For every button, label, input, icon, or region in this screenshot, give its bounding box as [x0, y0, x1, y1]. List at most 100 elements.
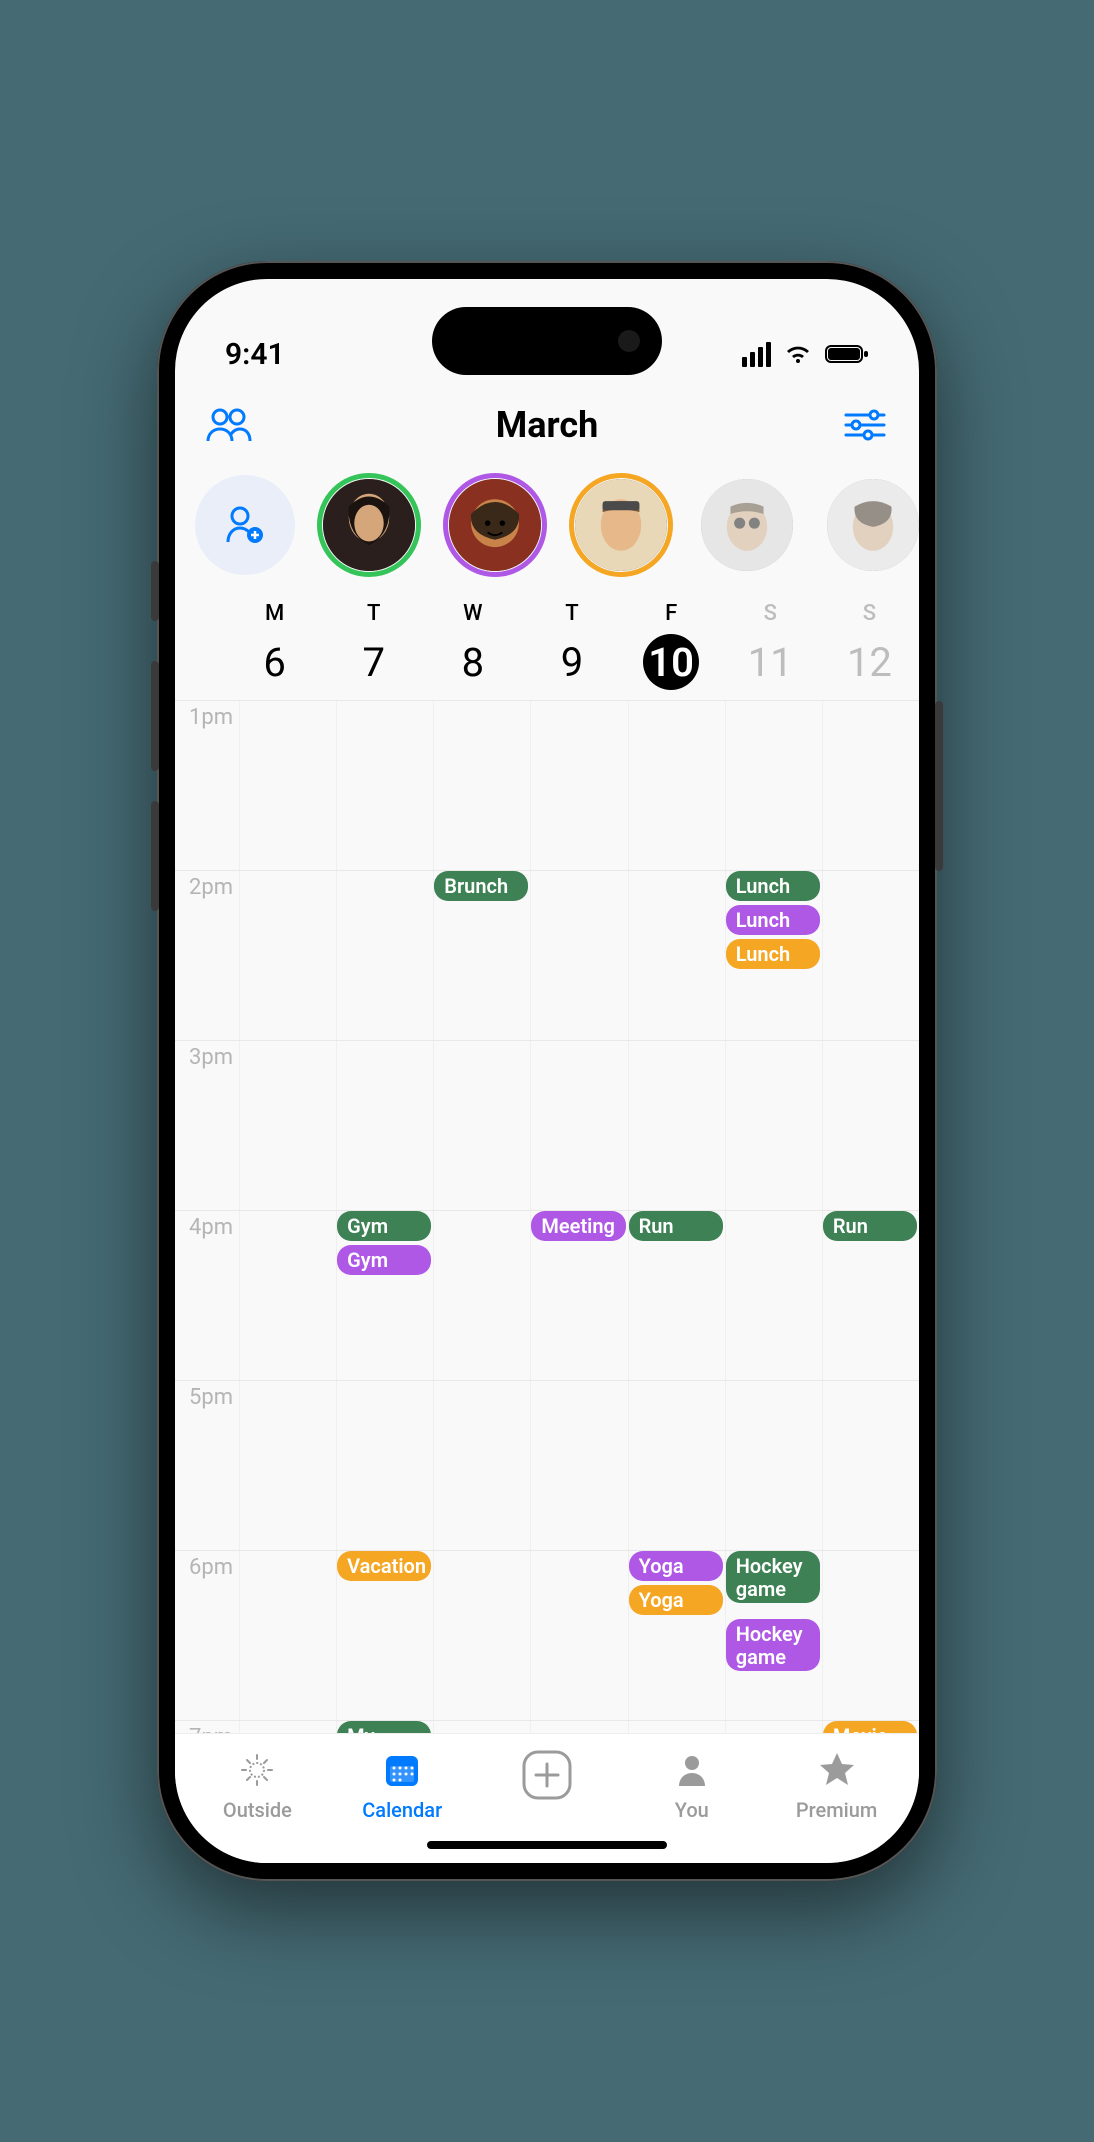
friend-avatar-3[interactable] — [569, 473, 673, 577]
tab-you[interactable]: You — [632, 1748, 752, 1822]
event-pill[interactable]: Gym — [337, 1245, 431, 1275]
event-pill[interactable]: Yoga — [629, 1551, 723, 1581]
hour-row: 1pm — [175, 700, 919, 870]
day-cell[interactable] — [239, 701, 336, 870]
event-pill[interactable]: Lunch — [726, 905, 820, 935]
day-cell[interactable] — [725, 1721, 822, 1733]
tab-outside[interactable]: Outside — [197, 1748, 317, 1822]
wifi-icon — [783, 343, 813, 365]
calendar-grid[interactable]: 1pm2pmBrunchLunchLunchLunch3pm4pmGymGymM… — [175, 700, 919, 1733]
home-indicator[interactable] — [427, 1841, 667, 1849]
day-cell[interactable] — [433, 701, 530, 870]
day-cell[interactable] — [822, 1381, 919, 1550]
tab-calendar[interactable]: Calendar — [342, 1748, 462, 1822]
day-cell[interactable] — [239, 871, 336, 1040]
day-cell[interactable] — [239, 1211, 336, 1380]
event-pill[interactable]: Run — [629, 1211, 723, 1241]
day-cell[interactable] — [530, 1381, 627, 1550]
day-cell[interactable] — [239, 1041, 336, 1210]
day-header-thu[interactable]: T9 — [522, 601, 621, 690]
day-cell[interactable] — [628, 1381, 725, 1550]
event-pill[interactable]: Brunch — [434, 871, 528, 901]
day-cell[interactable] — [628, 1721, 725, 1733]
day-cell[interactable]: Movie nightMovie night — [822, 1721, 919, 1733]
day-cell[interactable] — [725, 701, 822, 870]
day-header-fri[interactable]: F10 — [622, 601, 721, 690]
hour-label: 5pm — [175, 1381, 239, 1550]
event-pill[interactable]: Run — [823, 1211, 917, 1241]
day-cell[interactable] — [530, 1551, 627, 1720]
day-cell[interactable] — [336, 871, 433, 1040]
day-cell[interactable] — [628, 1041, 725, 1210]
day-cell[interactable] — [433, 1721, 530, 1733]
tab-premium[interactable]: Premium — [777, 1748, 897, 1822]
tab-add[interactable] — [487, 1748, 607, 1808]
day-cell[interactable] — [822, 871, 919, 1040]
battery-icon — [825, 343, 869, 365]
event-pill[interactable]: My birthday — [337, 1721, 431, 1733]
day-cell[interactable]: Meeting — [530, 1211, 627, 1380]
day-cell[interactable] — [628, 871, 725, 1040]
day-cell[interactable] — [530, 871, 627, 1040]
hour-row: 6pmVacationYogaYogaHockey gameHockey gam… — [175, 1550, 919, 1720]
day-cell[interactable]: Hockey game Hockey game — [725, 1551, 822, 1720]
filter-button[interactable] — [837, 403, 893, 447]
day-header-sat[interactable]: S11 — [721, 601, 820, 690]
day-cell[interactable] — [239, 1551, 336, 1720]
event-pill[interactable]: Gym — [337, 1211, 431, 1241]
day-cell[interactable]: Run — [628, 1211, 725, 1380]
add-friend-button[interactable] — [195, 475, 295, 575]
day-cell[interactable] — [822, 1041, 919, 1210]
friend-avatar-4[interactable] — [695, 473, 799, 577]
friend-avatar-2[interactable] — [443, 473, 547, 577]
day-cell[interactable] — [530, 701, 627, 870]
day-cell[interactable]: Brunch — [433, 871, 530, 1040]
status-time: 9:41 — [225, 337, 285, 372]
day-cell[interactable]: Lunch Lunch Lunch — [725, 871, 822, 1040]
day-cell[interactable]: Vacation — [336, 1551, 433, 1720]
hour-label: 1pm — [175, 701, 239, 870]
sun-icon — [235, 1748, 279, 1792]
day-cell[interactable] — [336, 701, 433, 870]
day-cell[interactable] — [530, 1721, 627, 1733]
event-pill[interactable]: Hockey game — [726, 1619, 820, 1671]
day-cell[interactable] — [336, 1041, 433, 1210]
event-pill[interactable]: Hockey game — [726, 1551, 820, 1603]
day-cell[interactable] — [822, 701, 919, 870]
day-cell[interactable] — [725, 1041, 822, 1210]
day-cell[interactable] — [628, 701, 725, 870]
day-cell[interactable] — [725, 1211, 822, 1380]
event-pill[interactable]: Yoga — [629, 1585, 723, 1615]
day-cell[interactable]: My birthday — [336, 1721, 433, 1733]
day-header-tue[interactable]: T7 — [324, 601, 423, 690]
friend-avatar-5[interactable] — [821, 473, 919, 577]
screen: 9:41 March — [175, 279, 919, 1863]
page-title: March — [257, 404, 837, 446]
day-cell[interactable] — [530, 1041, 627, 1210]
day-cell[interactable]: Run — [822, 1211, 919, 1380]
day-cell[interactable] — [433, 1211, 530, 1380]
day-header-sun[interactable]: S12 — [820, 601, 919, 690]
people-button[interactable] — [201, 403, 257, 447]
power-button — [935, 701, 943, 871]
day-cell[interactable] — [433, 1551, 530, 1720]
day-cell[interactable]: Yoga Yoga — [628, 1551, 725, 1720]
day-cell[interactable] — [433, 1381, 530, 1550]
friend-avatar-1[interactable] — [317, 473, 421, 577]
event-pill[interactable]: Lunch — [726, 871, 820, 901]
event-pill[interactable]: Lunch — [726, 939, 820, 969]
day-header-mon[interactable]: M6 — [225, 601, 324, 690]
day-cell[interactable] — [336, 1381, 433, 1550]
day-cell[interactable] — [822, 1551, 919, 1720]
day-cell[interactable] — [239, 1721, 336, 1733]
day-cell[interactable] — [239, 1381, 336, 1550]
event-pill[interactable]: Meeting — [531, 1211, 625, 1241]
day-cell[interactable] — [725, 1381, 822, 1550]
event-pill[interactable]: Vacation — [337, 1551, 431, 1581]
friends-row[interactable] — [175, 467, 919, 593]
day-header-wed[interactable]: W8 — [423, 601, 522, 690]
day-cell[interactable]: Gym Gym — [336, 1211, 433, 1380]
header: March — [175, 389, 919, 467]
day-cell[interactable] — [433, 1041, 530, 1210]
event-pill[interactable]: Movie night — [823, 1721, 917, 1733]
